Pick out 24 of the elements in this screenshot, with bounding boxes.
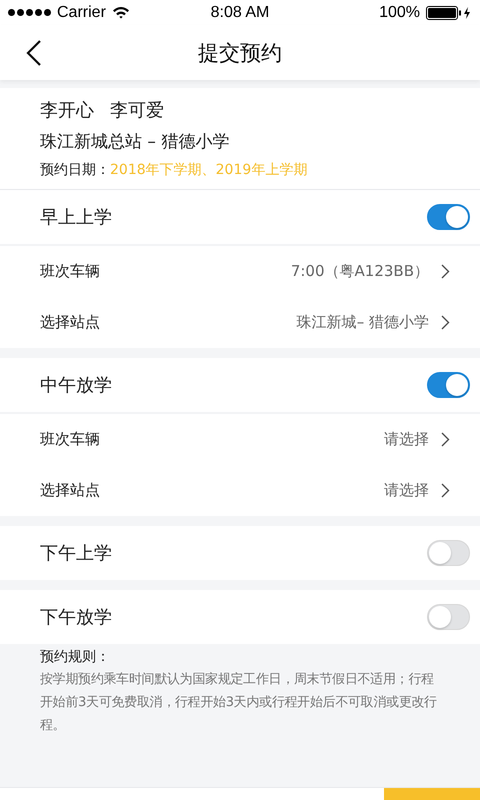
section-title: 下午上学 xyxy=(40,542,112,565)
passenger-name: 李开心 xyxy=(40,99,94,122)
rules-title: 预约规则： xyxy=(40,648,111,666)
page-title: 提交预约 xyxy=(198,40,282,66)
chevron-icon xyxy=(441,264,450,279)
signal-icon xyxy=(8,9,51,16)
chevron-icon xyxy=(441,432,450,447)
status-time: 8:08 AM xyxy=(210,4,270,22)
section-title: 中午放学 xyxy=(40,374,112,397)
section-title: 早上上学 xyxy=(40,206,112,229)
toggle-switch[interactable] xyxy=(427,372,470,398)
chevron-icon xyxy=(441,315,450,330)
chevron-icon xyxy=(441,483,450,498)
rules-text: 按学期预约乘车时间默认为国家规定工作日，周末节假日不适用；行程开始前3天可免费取消，行程开始3天内或行程开始后不可取消或更改行程。 xyxy=(40,671,438,735)
route-text: 珠江新城总站 – 猎德小学 xyxy=(40,131,230,153)
battery-icon xyxy=(426,6,472,20)
date-value: 2018年下学期、2019年上学期 xyxy=(110,162,308,178)
battery-percent: 100% xyxy=(379,4,420,22)
carrier-name: Carrier xyxy=(57,4,106,22)
toggle-switch[interactable] xyxy=(427,204,470,230)
passenger-name: 李可爱 xyxy=(110,99,164,122)
date-label: 预约日期： xyxy=(40,162,110,178)
wifi-icon xyxy=(112,6,130,19)
section-title: 下午放学 xyxy=(40,606,112,629)
